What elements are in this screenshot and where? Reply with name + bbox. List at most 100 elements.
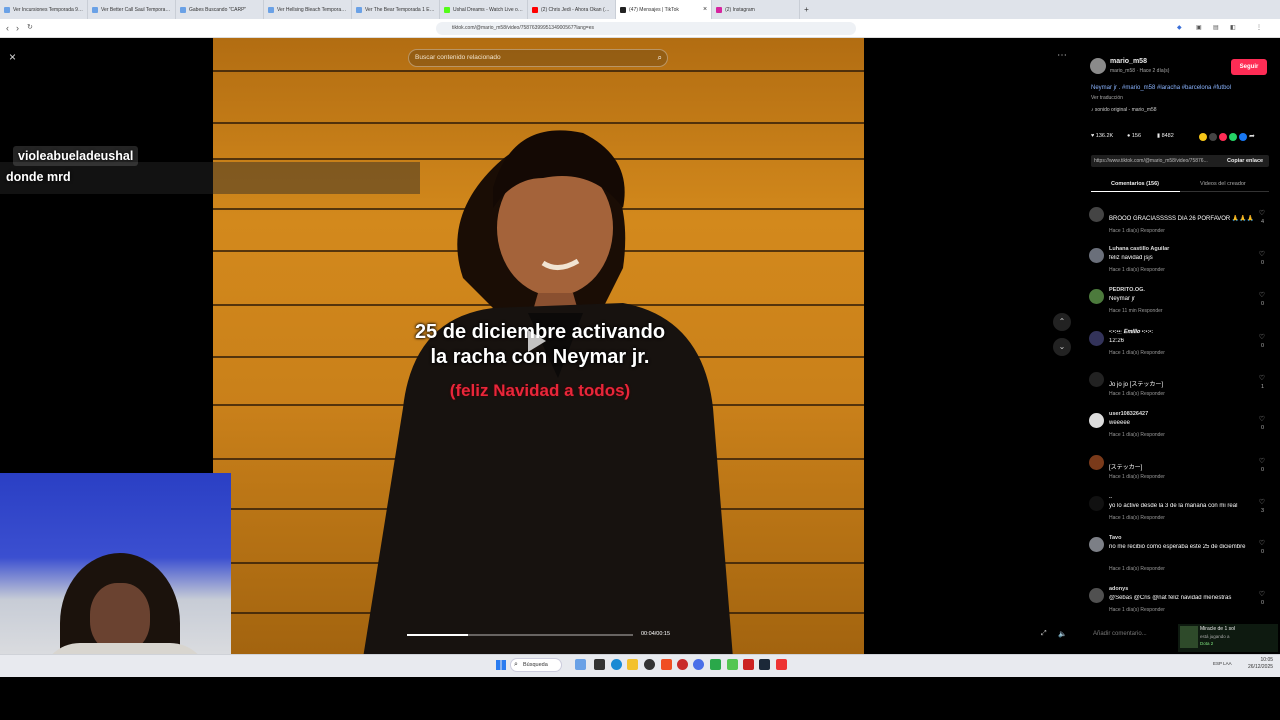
browser-tab-strip: Ver Incursiones Temporada 9 Episodio Ver… — [0, 0, 1280, 19]
avatar[interactable] — [1089, 496, 1104, 511]
author-avatar[interactable] — [1090, 58, 1106, 74]
menu-icon[interactable]: ⋮ — [1256, 23, 1262, 33]
comment-item: Jo jo jo [ステッカー] Hace 1 día(s) Responder ♡… — [1089, 370, 1269, 410]
browser-tab[interactable]: Ver Better Call Saul Temporada 2 Episodi… — [88, 0, 176, 19]
app-icon[interactable] — [644, 659, 655, 670]
app-icon[interactable] — [727, 659, 738, 670]
avatar[interactable] — [1089, 372, 1104, 387]
back-icon[interactable]: ‹ — [6, 23, 9, 33]
add-comment-input[interactable]: Añadir comentario... — [1091, 626, 1175, 642]
windows-start-icon[interactable] — [496, 660, 506, 670]
app-icon[interactable] — [776, 659, 787, 670]
save-button[interactable]: ▮ 8482 — [1157, 133, 1174, 139]
app-icon[interactable] — [693, 659, 704, 670]
app-icon[interactable] — [710, 659, 721, 670]
avatar[interactable] — [1089, 289, 1104, 304]
heart-icon[interactable]: ♡ — [1259, 498, 1265, 506]
heart-icon[interactable]: ♡ — [1259, 415, 1265, 423]
video-progress-bar[interactable] — [407, 634, 633, 636]
heart-icon[interactable]: ♡ — [1259, 374, 1265, 382]
steam-icon[interactable] — [759, 659, 770, 670]
browser-tab[interactable]: (2) Instagram — [712, 0, 801, 19]
avatar[interactable] — [1089, 588, 1104, 603]
volume-icon[interactable]: 🔈 — [1058, 630, 1067, 638]
extension-icon[interactable]: ◧ — [1230, 23, 1236, 33]
taskbar-clock[interactable]: 10:05 26/12/2025 — [1248, 657, 1273, 671]
search-icon[interactable]: ⌕ — [658, 50, 662, 66]
play-icon[interactable] — [528, 330, 546, 352]
heart-icon[interactable]: ♡ — [1259, 457, 1265, 465]
taskbar — [0, 654, 1280, 677]
browser-tab-active[interactable]: (47) Mensajes | TikTok × — [616, 0, 713, 19]
heart-icon[interactable]: ♡ — [1259, 539, 1265, 547]
heart-icon[interactable]: ♡ — [1259, 250, 1265, 258]
avatar[interactable] — [1089, 248, 1104, 263]
avatar[interactable] — [1089, 455, 1104, 470]
browser-tab[interactable]: (2) Chris Jedi - Ahora Okan (Official Vi… — [528, 0, 616, 19]
next-video-button[interactable]: ⌄ — [1053, 338, 1071, 356]
comment-item: [ステッカー] Hace 1 día(s) Responder ♡ 0 — [1089, 453, 1269, 493]
extension-icon[interactable]: ▣ — [1196, 23, 1202, 33]
reload-icon[interactable]: ↻ — [27, 23, 33, 33]
more-options-icon[interactable]: ⋯ — [1057, 50, 1067, 61]
share-arrow-icon[interactable]: ➦ — [1249, 133, 1255, 141]
browser-tab[interactable]: Ver Hellsing Bleach Temporada 2 Episodio — [264, 0, 352, 19]
author-username[interactable]: mario_m58 — [1110, 58, 1147, 65]
previous-video-button[interactable]: ⌃ — [1053, 313, 1071, 331]
webcam-overlay — [0, 473, 231, 684]
app-icon[interactable] — [743, 659, 754, 670]
game-activity-popup: Miracle de 1 sol está jugando a Dota 2 — [1178, 624, 1278, 652]
comment-item: Tavo no me recibió como esperaba este 25 … — [1089, 535, 1269, 575]
copy-link-button[interactable]: Copiar enlace — [1227, 158, 1263, 164]
browser-tab[interactable]: Ushal Dreams - Watch Live on Kick — [440, 0, 528, 19]
coin-icon[interactable] — [1199, 133, 1207, 141]
avatar[interactable] — [1089, 413, 1104, 428]
tab-favicon-icon — [356, 6, 362, 13]
comment-item: Luhana castillo Aguilar feliz navidad jsj… — [1089, 246, 1269, 286]
language-indicator[interactable]: ESP LAA — [1213, 661, 1232, 666]
whatsapp-icon[interactable] — [1229, 133, 1237, 141]
author-subline: mario_m58 · Hace 2 día(s) — [1110, 68, 1170, 74]
extension-icon[interactable]: ▤ — [1213, 23, 1219, 33]
tab-favicon-icon — [92, 6, 98, 13]
taskbar-search[interactable]: ⌕ Búsqueda — [510, 658, 562, 672]
brave-icon[interactable] — [661, 659, 672, 670]
forward-icon[interactable]: › — [16, 23, 19, 33]
comment-button[interactable]: ● 156 — [1127, 133, 1141, 139]
heart-icon[interactable]: ♡ — [1259, 209, 1265, 217]
like-button[interactable]: ♥ 136.2K — [1091, 133, 1113, 139]
game-thumbnail — [1180, 626, 1198, 648]
send-icon[interactable] — [1219, 133, 1227, 141]
share-icons: ➦ — [1199, 133, 1255, 141]
browser-tab[interactable]: Ver The Bear Temporada 1 Episodio — [352, 0, 440, 19]
heart-icon[interactable]: ♡ — [1259, 333, 1265, 341]
avatar[interactable] — [1089, 537, 1104, 552]
tab-creator-videos[interactable]: Videos del creador — [1200, 181, 1246, 187]
close-icon[interactable]: × — [9, 50, 16, 64]
tab-comments[interactable]: Comentarios (156) — [1111, 181, 1159, 187]
fullscreen-icon[interactable]: ⤢ — [1041, 630, 1047, 638]
app-icon[interactable] — [677, 659, 688, 670]
heart-icon[interactable]: ♡ — [1259, 291, 1265, 299]
avatar[interactable] — [1089, 207, 1104, 222]
close-tab-icon[interactable]: × — [703, 6, 707, 13]
browser-tab[interactable]: Gabes Buscando "CARP" — [176, 0, 264, 19]
translate-link[interactable]: Ver traducción — [1091, 95, 1123, 101]
browser-tab[interactable]: Ver Incursiones Temporada 9 Episodio — [0, 0, 88, 19]
tab-favicon-icon — [532, 6, 538, 13]
follow-button[interactable]: Seguir — [1231, 59, 1267, 75]
extension-icon[interactable]: ◆ — [1177, 23, 1182, 33]
edge-icon[interactable] — [611, 659, 622, 670]
file-explorer-icon[interactable] — [627, 659, 638, 670]
heart-icon[interactable]: ♡ — [1259, 590, 1265, 598]
facebook-icon[interactable] — [1239, 133, 1247, 141]
tab-favicon-icon — [716, 6, 723, 13]
sound-link[interactable]: ♪ sonido original - mario_m58 — [1091, 107, 1157, 113]
avatar[interactable] — [1089, 331, 1104, 346]
new-tab-button[interactable]: + — [800, 0, 813, 19]
task-view-icon[interactable] — [594, 659, 605, 670]
address-bar[interactable]: tiktok.com/@mario_m58/video/758763999513… — [436, 22, 856, 35]
embed-icon[interactable] — [1209, 133, 1217, 141]
related-search-input[interactable]: Buscar contenido relacionado ⌕ — [408, 49, 668, 67]
widget-icon[interactable] — [575, 659, 586, 670]
